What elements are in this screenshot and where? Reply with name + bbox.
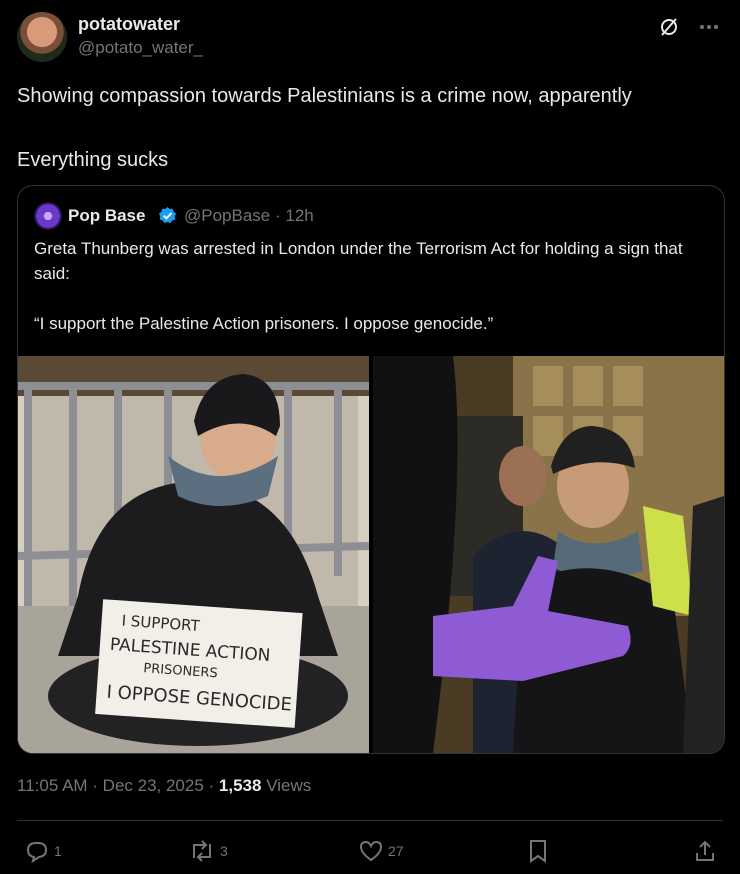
author-handle[interactable]: @potato_water_: [78, 38, 203, 58]
reply-count: 1: [54, 843, 62, 859]
quote-author-name[interactable]: Pop Base: [68, 206, 145, 226]
grok-icon[interactable]: [656, 14, 682, 40]
reply-icon: [26, 842, 48, 864]
author-avatar[interactable]: [17, 12, 67, 62]
quoted-post[interactable]: Pop Base @PopBase · 12h Greta Thunberg w…: [17, 185, 725, 754]
protest-photo: I SUPPORT PALESTINE ACTION PRISONERS I O…: [18, 356, 369, 753]
bookmark-button[interactable]: [526, 838, 550, 864]
quote-photo-right[interactable]: [373, 356, 724, 753]
quote-handle-time[interactable]: @PopBase · 12h: [184, 206, 314, 226]
views-count: 1,538: [218, 776, 262, 795]
like-button[interactable]: 27: [358, 838, 404, 864]
repost-count: 3: [220, 843, 228, 859]
arrest-photo: [373, 356, 724, 753]
post-text: Showing compassion towards Palestinians …: [17, 85, 632, 171]
quote-photo-left[interactable]: I SUPPORT PALESTINE ACTION PRISONERS I O…: [18, 356, 369, 753]
post-top-actions: [656, 14, 722, 40]
like-count: 27: [388, 843, 404, 859]
divider: [17, 820, 723, 821]
bookmark-icon: [530, 840, 546, 863]
repost-button[interactable]: 3: [188, 838, 228, 864]
post-meta: 11:05 AM · Dec 23, 2025 · 1,538 Views: [17, 776, 311, 796]
views-label: Views: [261, 776, 312, 795]
quote-text: Greta Thunberg was arrested in London un…: [34, 239, 683, 333]
post-timestamp[interactable]: 11:05 AM · Dec 23, 2025 ·: [17, 776, 219, 795]
repost-icon: [193, 840, 211, 862]
share-button[interactable]: [692, 838, 718, 864]
reply-button[interactable]: 1: [24, 838, 62, 864]
share-icon: [696, 840, 714, 861]
author-name[interactable]: potatowater: [78, 14, 180, 35]
more-icon[interactable]: [696, 14, 722, 40]
verified-icon: [158, 206, 177, 224]
quote-avatar[interactable]: [34, 202, 62, 230]
like-icon: [359, 840, 383, 862]
